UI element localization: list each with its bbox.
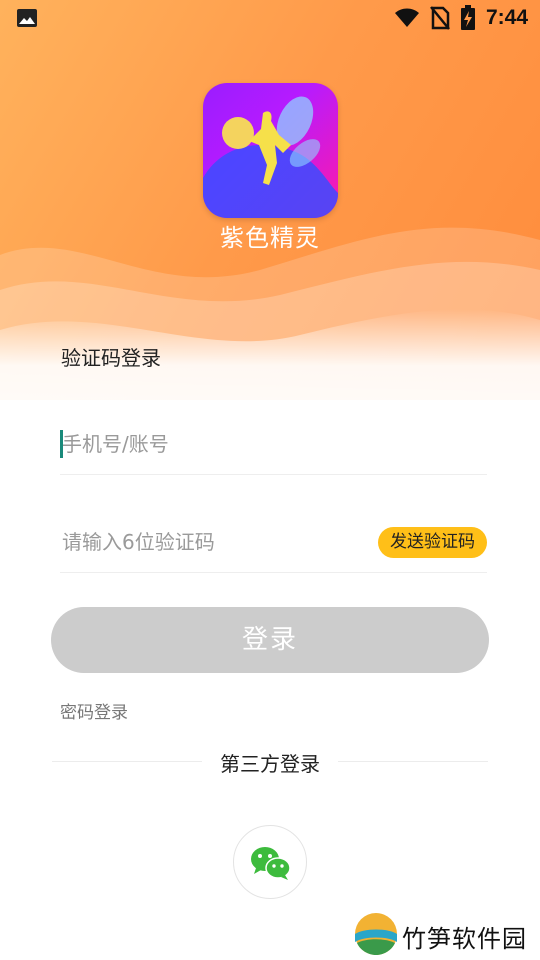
- wechat-login-button[interactable]: [233, 825, 307, 899]
- no-sim-icon: [430, 6, 450, 30]
- watermark-logo-icon: [355, 913, 397, 955]
- battery-charging-icon: [460, 5, 475, 30]
- code-field[interactable]: 发送验证码: [60, 498, 487, 573]
- third-party-label: 第三方登录: [220, 752, 320, 776]
- login-screen: 7:44 紫色精灵 验证码登录 发送验证码 登录 密码登录 第三方登录: [0, 0, 540, 960]
- code-input[interactable]: [62, 525, 362, 559]
- fairy-logo-icon: [203, 83, 338, 218]
- login-button[interactable]: 登录: [51, 607, 489, 673]
- third-party-divider: 第三方登录: [52, 748, 488, 776]
- app-name: 紫色精灵: [220, 224, 320, 252]
- wifi-icon: [394, 8, 419, 27]
- watermark: 竹笋软件园: [352, 910, 532, 958]
- wechat-icon: [251, 847, 291, 880]
- phone-input[interactable]: [62, 427, 362, 461]
- image-icon: [17, 9, 37, 27]
- divider-line-right: [338, 761, 488, 762]
- section-title: 验证码登录: [61, 346, 161, 370]
- watermark-text: 竹笋软件园: [402, 925, 527, 953]
- phone-field[interactable]: [60, 400, 487, 475]
- status-time: 7:44: [485, 6, 528, 29]
- password-login-link[interactable]: 密码登录: [60, 698, 128, 723]
- status-bar: 7:44: [0, 0, 540, 36]
- send-code-button[interactable]: 发送验证码: [378, 527, 487, 558]
